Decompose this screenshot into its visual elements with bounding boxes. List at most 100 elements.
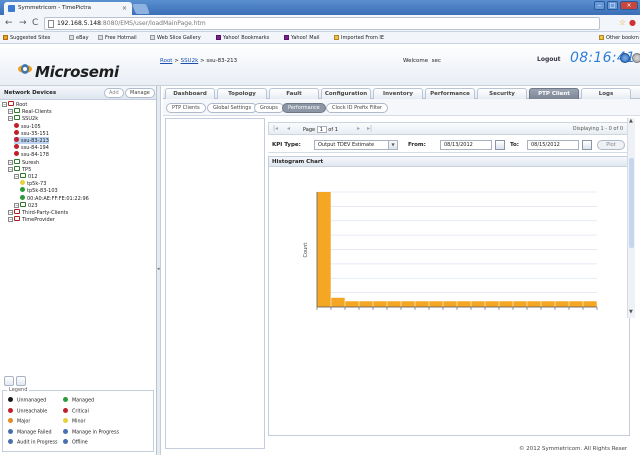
breadcrumb-root[interactable]: Root xyxy=(160,58,172,64)
status-dot-icon xyxy=(63,407,68,413)
bookmark-ebay[interactable]: eBay xyxy=(69,35,89,41)
kpi-type-select[interactable]: Output TDEV Estimate ▼ xyxy=(314,140,398,150)
expand-toggle-icon[interactable]: − xyxy=(8,210,13,215)
maximize-icon[interactable]: □ xyxy=(607,1,618,10)
subtab-global-settings[interactable]: Global Settings xyxy=(207,103,258,113)
subtab-groups[interactable]: Groups xyxy=(254,103,284,113)
histogram-bar xyxy=(443,301,457,307)
tab-security[interactable]: Security xyxy=(477,88,527,99)
vertical-scrollbar[interactable]: ▲ ▼ xyxy=(627,118,635,318)
logout-link[interactable]: Logout xyxy=(537,56,561,63)
globe-icon[interactable] xyxy=(620,53,630,63)
subtab-performance[interactable]: Performance xyxy=(282,103,326,113)
to-date-input[interactable]: 08/15/2012 xyxy=(527,140,579,150)
tree-node[interactable]: − 012 xyxy=(14,173,38,180)
from-calendar-icon[interactable] xyxy=(495,140,505,150)
add-button[interactable]: Add xyxy=(104,88,124,98)
tab-configuration[interactable]: Configuration xyxy=(321,88,371,99)
histogram-bar xyxy=(499,301,513,307)
chevron-down-icon[interactable]: ▼ xyxy=(388,141,397,149)
subtab-ptp-clients[interactable]: PTP Clients xyxy=(166,103,206,113)
bookmark-other[interactable]: Other bookm xyxy=(599,35,639,41)
expand-toggle-icon[interactable]: − xyxy=(8,116,13,122)
expand-toggle-icon[interactable]: − xyxy=(8,166,13,172)
bookmark-yahoo-mail[interactable]: Yahoo! Mail xyxy=(284,35,319,41)
expand-toggle-icon[interactable]: − xyxy=(8,109,13,115)
manage-button[interactable]: Manage xyxy=(125,88,155,98)
to-calendar-icon[interactable] xyxy=(582,140,592,150)
expand-toggle-icon[interactable]: − xyxy=(2,102,7,107)
tab-performance[interactable]: Performance xyxy=(425,88,475,99)
plot-button[interactable]: Plot xyxy=(597,140,625,150)
tab-dashboard[interactable]: Dashboard xyxy=(165,88,215,99)
prev-page-icon[interactable]: ◂ xyxy=(287,125,290,132)
breadcrumb-current: ssu-83-213 xyxy=(206,58,238,64)
expand-toggle-icon[interactable]: − xyxy=(8,217,13,223)
subtab-clock-id-prefix-filter[interactable]: Clock ID Prefix Filter xyxy=(326,103,389,113)
forward-arrow-icon[interactable]: → xyxy=(19,18,27,28)
tree-node[interactable]: ssu-105 xyxy=(14,122,41,130)
panel-title: Network Devices xyxy=(4,90,57,96)
browser-tab[interactable]: Symmetricom - TimePictra × xyxy=(4,2,132,15)
last-page-icon[interactable]: ▸| xyxy=(367,125,372,132)
from-date-input[interactable]: 08/13/2012 xyxy=(440,140,492,150)
tree-node[interactable]: − 023 xyxy=(14,201,38,209)
bookmark-icon xyxy=(69,35,74,40)
back-arrow-icon[interactable]: ← xyxy=(5,18,13,28)
new-tab-button[interactable] xyxy=(132,4,150,14)
tree-node[interactable]: ssu-35-151 xyxy=(14,129,49,137)
tree-node[interactable]: tp5k-73 xyxy=(20,180,46,187)
address-bar[interactable]: 192.168.5.148:8080/EMS/user/loadMainPage… xyxy=(44,17,600,30)
user-icon[interactable] xyxy=(632,53,640,63)
scroll-thumb[interactable] xyxy=(629,158,634,248)
legend-item: Unreachable xyxy=(8,407,47,416)
extension-icon[interactable]: ● xyxy=(629,18,636,27)
first-page-icon[interactable]: |◂ xyxy=(273,125,278,132)
legend-label: Manage in Progress xyxy=(72,430,119,435)
histogram-bar xyxy=(457,301,471,307)
collapse-arrow-icon[interactable]: ◂ xyxy=(157,266,160,272)
folder-icon xyxy=(14,158,20,164)
bookmark-imported[interactable]: Imported From IE xyxy=(334,35,384,41)
tab-ptp-client[interactable]: PTP Client xyxy=(529,88,579,99)
bookmark-hotmail[interactable]: Free Hotmail xyxy=(98,35,137,41)
reload-icon[interactable]: C xyxy=(32,18,38,28)
scroll-down-icon[interactable]: ▼ xyxy=(629,309,633,315)
bookmark-yahoo-bookmarks[interactable]: Yahoo! Bookmarks xyxy=(216,35,269,41)
tree-node[interactable]: − TP5 xyxy=(8,165,31,173)
bookmark-suggested-sites[interactable]: Suggested Sites xyxy=(3,35,50,41)
search-tree-icon[interactable] xyxy=(16,376,26,386)
tree-node[interactable]: ssu-83-213 xyxy=(14,137,49,144)
tab-close-icon[interactable]: × xyxy=(122,5,127,12)
minimize-icon[interactable]: – xyxy=(594,1,605,10)
tree-node[interactable]: 00:A0:AE:FF:FE:01:22:96 xyxy=(20,194,89,202)
bookmark-web-slice[interactable]: Web Slice Gallery xyxy=(150,35,201,41)
tree-node[interactable]: ssu-84-194 xyxy=(14,144,49,151)
page-number-input[interactable]: 1 xyxy=(316,126,327,133)
tree-node[interactable]: tp5k-83-103 xyxy=(20,187,58,194)
expand-toggle-icon[interactable]: − xyxy=(8,159,13,165)
tree-node[interactable]: − Real-Clients xyxy=(8,108,52,115)
expand-toggle-icon[interactable]: − xyxy=(14,174,19,179)
expand-toggle-icon[interactable]: − xyxy=(14,202,19,208)
star-icon[interactable]: ☆ xyxy=(619,18,626,27)
tree-node[interactable]: − Suresh xyxy=(8,158,39,166)
panel-splitter[interactable]: ◂ xyxy=(157,86,161,455)
tab-inventory[interactable]: Inventory xyxy=(373,88,423,99)
kpi-type-label: KPI Type: xyxy=(272,142,301,148)
tree-node[interactable]: − Third-Party-Clients xyxy=(8,209,68,216)
tab-fault[interactable]: Fault xyxy=(269,88,319,99)
refresh-tree-icon[interactable] xyxy=(4,376,14,386)
histogram-bar xyxy=(401,301,415,307)
tree-node[interactable]: − TimeProvider xyxy=(8,216,55,223)
tab-logs[interactable]: Logs xyxy=(581,88,631,99)
tree-node[interactable]: − Root xyxy=(2,101,27,108)
breadcrumb-ssu2k[interactable]: SSU2k xyxy=(181,58,199,64)
scroll-up-icon[interactable]: ▲ xyxy=(629,118,633,124)
next-page-icon[interactable]: ▸ xyxy=(357,125,360,132)
tree-node[interactable]: − SSU2k xyxy=(8,115,38,122)
window-close-icon[interactable]: × xyxy=(620,1,638,10)
tree-node[interactable]: ssu-84-178 xyxy=(14,151,49,158)
tab-topology[interactable]: Topology xyxy=(217,88,267,99)
folder-icon xyxy=(14,209,20,214)
